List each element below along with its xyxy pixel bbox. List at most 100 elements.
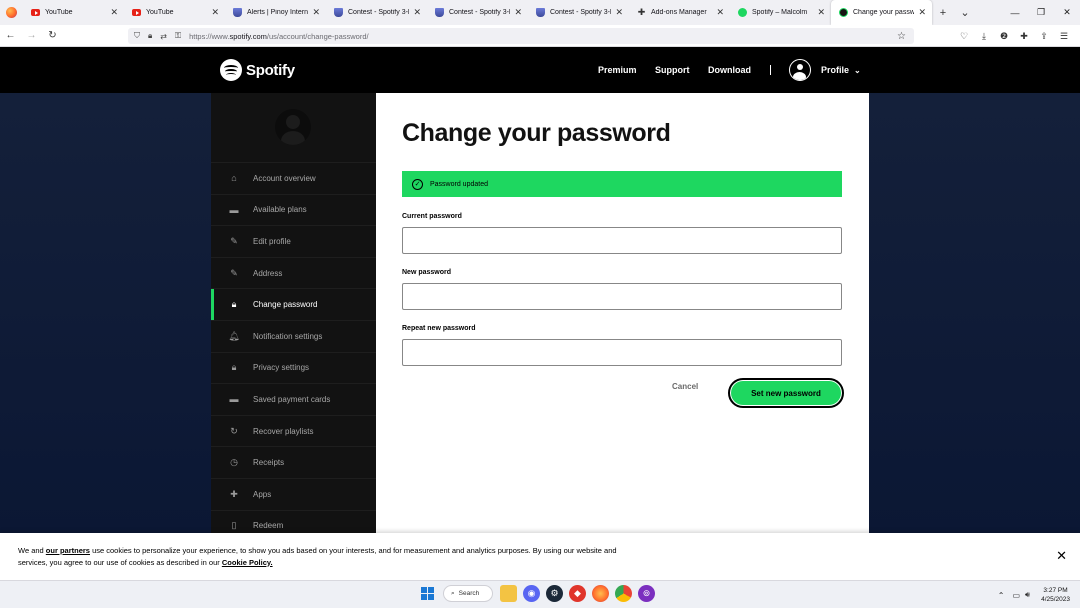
taskbar-search[interactable]: ⌕ Search xyxy=(443,585,493,602)
close-tab-icon[interactable]: ✕ xyxy=(413,7,421,18)
back-icon[interactable]: ← xyxy=(0,30,21,41)
sidebar-item-available-plans[interactable]: ▬ Available plans xyxy=(211,193,376,226)
close-tab-icon[interactable]: ✕ xyxy=(918,7,926,18)
url-bar[interactable]: ⛉ 🔒︎ ⇄ ⚿ https://www.spotify.com/us/acco… xyxy=(128,28,914,44)
sidebar-item-edit-profile[interactable]: ✎ Edit profile xyxy=(211,225,376,257)
new-password-input[interactable] xyxy=(402,283,842,310)
sidebar-item-account-overview[interactable]: ⌂ Account overview xyxy=(211,162,376,194)
change-password-panel: Change your password ✓ Password updated … xyxy=(376,93,869,533)
permissions-icon[interactable]: ⇄ xyxy=(160,32,167,41)
sidebar-item-address[interactable]: ✎ Address xyxy=(211,256,376,289)
app-icon[interactable]: ⊚ xyxy=(638,585,655,602)
system-tray: ⌃ ▭ 🔊︎ 3:27 PM 4/25/2023 xyxy=(998,581,1070,608)
bookmark-star-icon[interactable]: ☆ xyxy=(897,31,906,42)
sidebar-item-recover-playlists[interactable]: ↻ Recover playlists xyxy=(211,414,376,447)
monitor-icon[interactable]: ▭ xyxy=(1012,591,1020,600)
close-window-icon[interactable]: ✕ xyxy=(1054,0,1080,25)
chrome-icon[interactable] xyxy=(615,585,632,602)
browser-tab[interactable]: Contest - Spotify 3-MO ✕ xyxy=(427,0,528,25)
minimize-icon[interactable]: — xyxy=(1002,0,1028,25)
discord-icon[interactable]: ◉ xyxy=(523,585,540,602)
sidebar-item-notification-settings[interactable]: 🔔︎ Notification settings xyxy=(211,319,376,352)
search-icon: ⌕ xyxy=(451,589,455,597)
close-banner-icon[interactable]: ✕ xyxy=(1056,548,1067,564)
chevron-up-icon[interactable]: ⌃ xyxy=(998,591,1005,600)
steam-icon[interactable]: ⚙ xyxy=(546,585,563,602)
close-tab-icon[interactable]: ✕ xyxy=(211,7,219,18)
refresh-icon: ↻ xyxy=(230,425,238,436)
shield-icon xyxy=(334,8,343,17)
nav-premium[interactable]: Premium xyxy=(598,47,637,93)
check-circle-icon: ✓ xyxy=(412,178,423,190)
close-tab-icon[interactable]: ✕ xyxy=(615,7,623,18)
browser-toolbar: ← → ↻ ⛉ 🔒︎ ⇄ ⚿ https://www.spotify.com/u… xyxy=(0,25,1080,47)
windows-start-icon[interactable] xyxy=(419,585,436,602)
puzzle-icon: ✚ xyxy=(230,488,238,499)
repeat-password-input[interactable] xyxy=(402,339,842,366)
clock-icon: ◷ xyxy=(230,457,238,468)
pencil-icon: ✎ xyxy=(230,235,238,246)
list-all-tabs-button[interactable]: ⌄ xyxy=(954,6,976,19)
restore-icon[interactable]: ❐ xyxy=(1028,0,1054,25)
browser-tab-active[interactable]: Change your password ✕ xyxy=(831,0,932,25)
close-tab-icon[interactable]: ✕ xyxy=(514,7,522,18)
taskbar: ⌕ Search ◉ ⚙ ◆ ⊚ ⌃ ▭ 🔊︎ 3:27 PM 4/25/2023 xyxy=(0,580,1080,608)
browser-tab[interactable]: Contest - Spotify 3-MO ✕ xyxy=(326,0,427,25)
card-icon: ▬ xyxy=(229,394,239,405)
window-controls: — ❐ ✕ xyxy=(1002,0,1080,25)
sidebar-item-saved-payment-cards[interactable]: ▬ Saved payment cards xyxy=(211,383,376,415)
nav-support[interactable]: Support xyxy=(655,47,690,93)
browser-tab[interactable]: Alerts | Pinoy Internet a ✕ xyxy=(225,0,326,25)
home-icon: ⌂ xyxy=(231,173,237,184)
url-text[interactable]: https://www.spotify.com/us/account/chang… xyxy=(189,32,369,41)
close-tab-icon[interactable]: ✕ xyxy=(312,7,320,18)
account-icon[interactable]: ❷ xyxy=(994,31,1014,42)
close-tab-icon[interactable]: ✕ xyxy=(716,7,724,18)
card-icon: ▬ xyxy=(229,204,239,215)
chevron-down-icon: ⌄ xyxy=(854,65,861,75)
cancel-button[interactable]: Cancel xyxy=(672,382,698,391)
firefox-view-icon[interactable] xyxy=(0,0,23,25)
spotify-logo[interactable]: Spotify xyxy=(220,59,295,81)
user-avatar-icon xyxy=(789,59,811,81)
current-password-input[interactable] xyxy=(402,227,842,254)
browser-tab[interactable]: ✚ Add-ons Manager ✕ xyxy=(629,0,730,25)
sidebar-item-apps[interactable]: ✚ Apps xyxy=(211,477,376,510)
browser-tab[interactable]: Contest - Spotify 3-MO ✕ xyxy=(528,0,629,25)
firefox-icon[interactable] xyxy=(592,585,609,602)
extensions-icon[interactable]: ✚ xyxy=(1014,31,1034,42)
spotify-icon xyxy=(738,8,747,17)
tracking-shield-icon[interactable]: ⛉ xyxy=(134,31,140,41)
clock[interactable]: 3:27 PM 4/25/2023 xyxy=(1041,586,1070,604)
browser-tab[interactable]: YouTube ✕ xyxy=(23,0,124,25)
lock-icon[interactable]: 🔒︎ xyxy=(148,31,152,41)
browser-tab[interactable]: Spotify – Malcolm ✕ xyxy=(730,0,831,25)
browser-tab-strip: YouTube ✕ YouTube ✕ Alerts | Pinoy Inter… xyxy=(0,0,1080,25)
close-tab-icon[interactable]: ✕ xyxy=(817,7,825,18)
account-sidebar: ⌂ Account overview ▬ Available plans ✎ Edit… xyxy=(211,93,376,533)
sidebar-item-change-password[interactable]: 🔒︎ Change password xyxy=(211,288,376,320)
sidebar-item-privacy-settings[interactable]: 🔒︎ Privacy settings xyxy=(211,351,376,384)
menu-icon[interactable]: ☰ xyxy=(1054,31,1074,42)
volume-icon[interactable]: 🔊︎ xyxy=(1025,590,1030,600)
our-partners-link[interactable]: our partners xyxy=(46,546,90,555)
profile-avatar-icon xyxy=(275,109,311,145)
device-icon: ▯ xyxy=(231,520,237,531)
key-icon[interactable]: ⚿ xyxy=(175,31,181,41)
browser-tab[interactable]: YouTube ✕ xyxy=(124,0,225,25)
reload-icon[interactable]: ↻ xyxy=(42,30,63,41)
set-new-password-button[interactable]: Set new password xyxy=(728,378,844,408)
cookie-policy-link[interactable]: Cookie Policy. xyxy=(222,558,273,567)
forward-icon[interactable]: → xyxy=(21,30,42,41)
share-icon[interactable]: ⇪ xyxy=(1034,31,1054,42)
shield-icon xyxy=(536,8,545,17)
new-tab-button[interactable]: + xyxy=(932,7,954,19)
app-icon[interactable]: ◆ xyxy=(569,585,586,602)
nav-download[interactable]: Download xyxy=(708,47,751,93)
pocket-icon[interactable]: ♡ xyxy=(954,31,974,42)
file-explorer-icon[interactable] xyxy=(500,585,517,602)
profile-menu[interactable]: Profile ⌄ xyxy=(789,59,861,81)
sidebar-item-receipts[interactable]: ◷ Receipts xyxy=(211,446,376,478)
downloads-icon[interactable]: ⤓ xyxy=(974,31,994,42)
close-tab-icon[interactable]: ✕ xyxy=(110,7,118,18)
